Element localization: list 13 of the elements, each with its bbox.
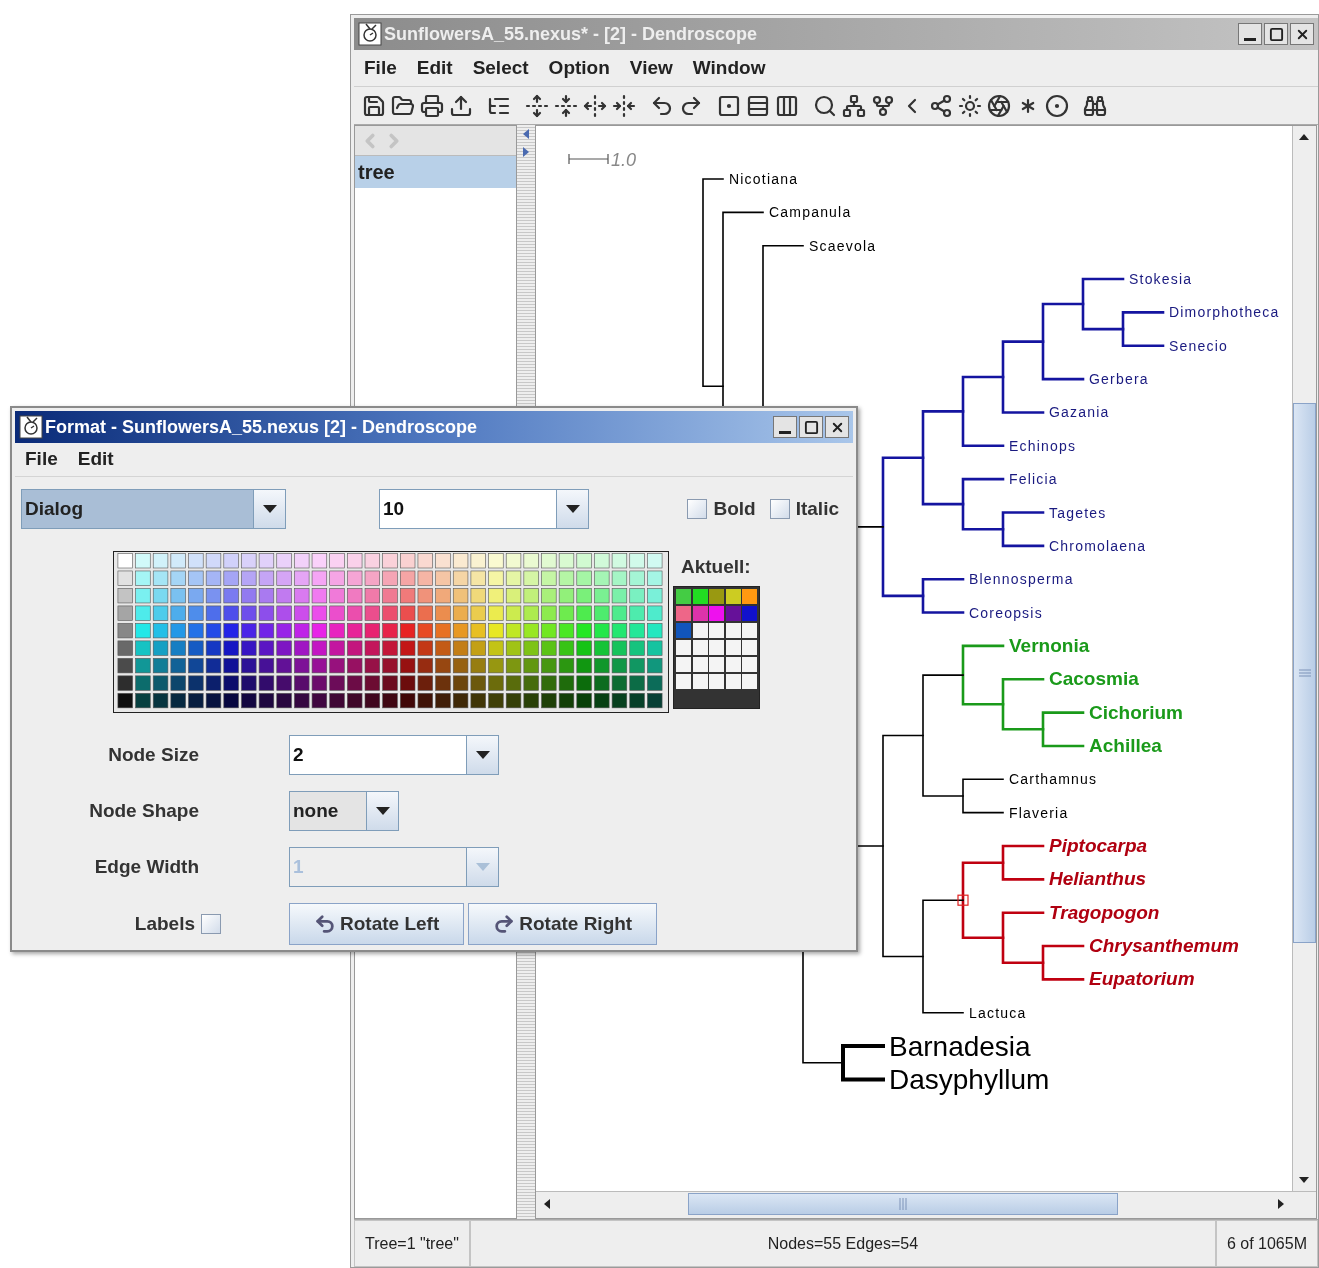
field-label: Edge Width [93, 854, 200, 879]
checkbox-label: Labels [134, 911, 195, 936]
scale-label: 1.0 [611, 150, 637, 170]
window-title: SunflowersA_55.nexus* - [2] - Dendroscope [384, 22, 758, 46]
field-label: Node Shape [88, 798, 200, 823]
window-title: Format - SunflowersA_55.nexus [2] - Dendroscope [45, 415, 478, 439]
status-text: Tree=1 "tree" [354, 1220, 470, 1267]
checkbox-label: Bold [713, 496, 756, 521]
status-text: Nodes=55 Edges=54 [469, 1220, 1216, 1267]
recent-colors-label: Aktuell: [680, 555, 752, 579]
status-text: 6 of 1065M [1215, 1220, 1318, 1267]
field-label: Node Size [107, 742, 200, 767]
checkbox-label: Italic [795, 496, 839, 521]
